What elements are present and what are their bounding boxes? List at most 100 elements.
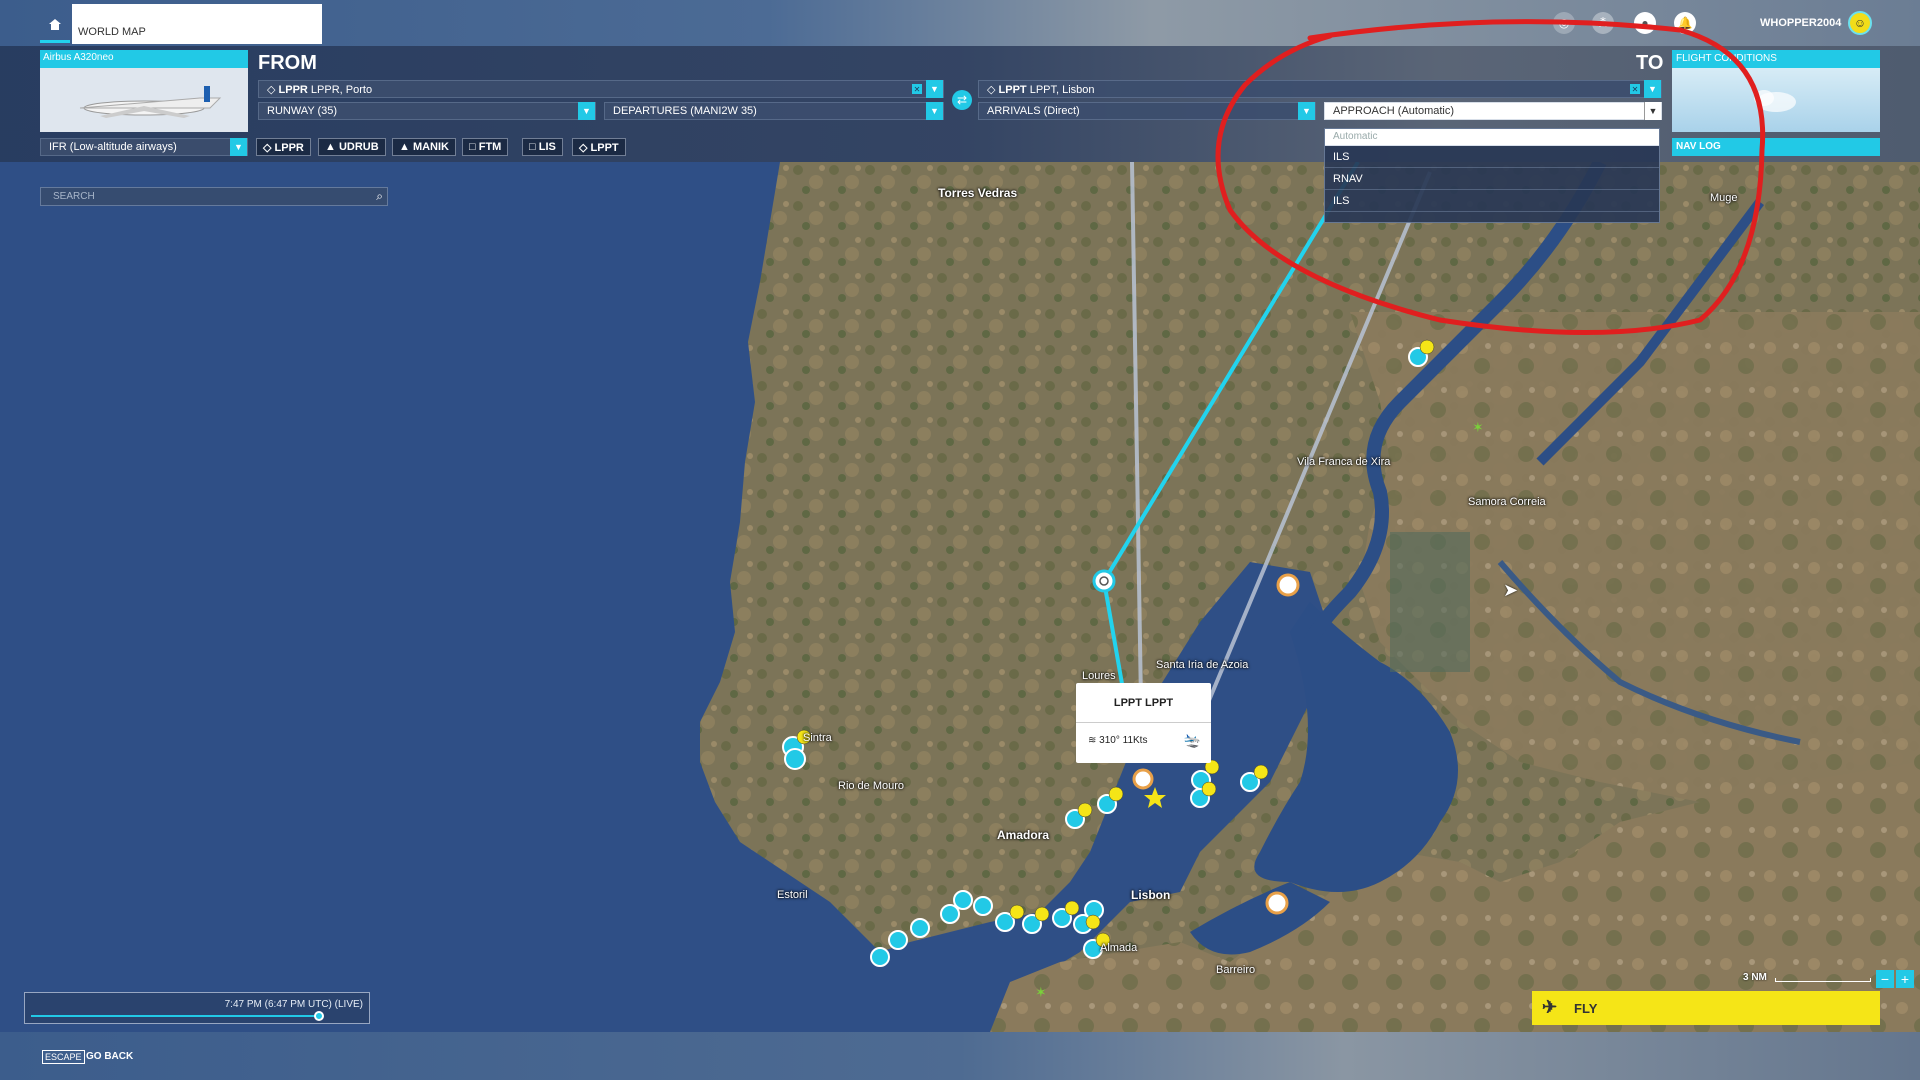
username[interactable]: WHOPPER2004 xyxy=(1760,17,1841,29)
map-label-rio-de-mouro: Rio de Mouro xyxy=(838,780,905,792)
waypoint-lppt[interactable]: ◇ LPPT xyxy=(572,138,626,156)
chevron-down-icon[interactable]: ▼ xyxy=(578,102,595,120)
runway-select[interactable]: RUNWAY (35) ▼ xyxy=(258,102,596,120)
fly-button[interactable]: ✈ FLY xyxy=(1532,991,1880,1025)
arrival-airport-field[interactable]: ◇ LPPT LPPT, Lisbon ✕ ▼ xyxy=(978,80,1662,98)
flight-plan-type-value: IFR (Low-altitude airways) xyxy=(49,141,177,153)
map-label-lisbon: Lisbon xyxy=(1131,888,1171,902)
waypoint-label: MANIK xyxy=(412,141,450,153)
arrival-airport-name: LPPT, Lisbon xyxy=(1029,84,1095,96)
search-icon[interactable]: ⌕ xyxy=(376,189,383,204)
chevron-down-icon[interactable]: ▼ xyxy=(1298,102,1315,120)
approach-option[interactable]: ILS xyxy=(1325,146,1659,168)
landing-icon: 🛬 xyxy=(1183,732,1201,748)
community-icon[interactable]: ⁂ xyxy=(1592,12,1614,34)
map-label-almada: Almada xyxy=(1100,942,1138,954)
from-label: FROM xyxy=(258,52,317,74)
active-tab-indicator xyxy=(40,40,70,43)
vor-icon: □ xyxy=(469,141,476,153)
zoom-in-button[interactable]: + xyxy=(1896,970,1914,988)
waypoint-udrub[interactable]: ▲ UDRUB xyxy=(318,138,386,156)
intersection-icon: ▲ xyxy=(325,141,336,153)
time-slider[interactable]: 7:47 PM (6:47 PM UTC) (LIVE) xyxy=(24,992,370,1024)
home-icon xyxy=(49,18,61,30)
clear-icon[interactable]: ✕ xyxy=(1630,84,1640,94)
profile-icon[interactable]: ● xyxy=(1634,12,1656,34)
runway-value: RUNWAY (35) xyxy=(267,105,338,117)
go-back-button[interactable]: GO BACK xyxy=(86,1051,133,1062)
waypoint-lis[interactable]: □ LIS xyxy=(522,138,563,156)
time-slider-handle[interactable] xyxy=(314,1011,325,1021)
clear-icon[interactable]: ✕ xyxy=(912,84,922,94)
to-label: TO xyxy=(1636,52,1664,74)
zoom-out-button[interactable]: − xyxy=(1876,970,1894,988)
avatar[interactable]: ☺ xyxy=(1848,11,1872,35)
arrival-procedure-value: ARRIVALS (Direct) xyxy=(987,105,1080,117)
vor-icon: □ xyxy=(529,141,536,153)
airport-info-popup[interactable]: LPPT LPPT ≋ 310° 11Kts 🛬 xyxy=(1076,683,1211,763)
fly-label: FLY xyxy=(1574,1001,1598,1016)
help-icon[interactable]: ◎ xyxy=(1553,12,1575,34)
map-label-sintra: Sintra xyxy=(803,732,832,744)
map-label-samora: Samora Correia xyxy=(1468,496,1546,508)
chevron-down-icon[interactable]: ▼ xyxy=(926,80,943,98)
approach-option[interactable]: ILS xyxy=(1325,190,1659,212)
departure-procedure-select[interactable]: DEPARTURES (MANI2W 35) ▼ xyxy=(604,102,944,120)
svg-text:✶: ✶ xyxy=(1035,984,1047,1000)
scale-label: 3 NM xyxy=(1743,972,1767,983)
map-label-vila-franca: Vila Franca de Xira xyxy=(1297,456,1391,468)
departure-airport-name: LPPR, Porto xyxy=(310,84,373,96)
world-map[interactable]: ✶ ✶ Torres Vedras Vila Franca de Xira Sa… xyxy=(0,162,1920,1032)
mouse-cursor-icon: ➤ xyxy=(1503,580,1519,600)
approach-dropdown: Automatic ILS RNAV ILS xyxy=(1324,128,1660,223)
approach-option[interactable]: RNAV xyxy=(1325,168,1659,190)
chevron-down-icon[interactable]: ▼ xyxy=(1644,102,1661,120)
flight-plan-type-select[interactable]: IFR (Low-altitude airways) ▼ xyxy=(40,138,248,156)
home-button[interactable] xyxy=(40,5,70,43)
wind-value: 310° 11Kts xyxy=(1099,735,1148,746)
swap-airports-button[interactable]: ⇄ xyxy=(952,90,972,110)
time-display: 7:47 PM (6:47 PM UTC) (LIVE) xyxy=(224,999,363,1010)
waypoint-lppr[interactable]: ◇ LPPR xyxy=(256,138,311,156)
chevron-down-icon[interactable]: ▼ xyxy=(926,102,943,120)
approach-option[interactable]: Automatic xyxy=(1325,129,1659,146)
waypoint-label: FTM xyxy=(478,141,502,153)
svg-text:✶: ✶ xyxy=(1472,419,1484,435)
escape-key-hint: ESCAPE xyxy=(42,1050,85,1064)
world-map-tab[interactable]: WORLD MAP xyxy=(72,4,322,44)
aircraft-name: Airbus A320neo xyxy=(43,52,114,63)
wind-icon: ≋ xyxy=(1088,735,1097,746)
map-terrain: ✶ ✶ xyxy=(0,162,1920,1032)
map-label-muge: Muge xyxy=(1710,192,1738,204)
airport-popup-title: LPPT LPPT xyxy=(1076,683,1211,723)
departure-airport-code: LPPR xyxy=(278,84,308,96)
airport-icon: ◇ xyxy=(579,142,588,154)
arrival-procedure-select[interactable]: ARRIVALS (Direct) ▼ xyxy=(978,102,1316,120)
search-input[interactable]: SEARCH ⌕ xyxy=(40,187,388,206)
notifications-icon[interactable]: 🔔 xyxy=(1674,12,1696,34)
nav-log-button[interactable]: NAV LOG xyxy=(1672,138,1880,156)
approach-select[interactable]: APPROACH (Automatic) ▼ xyxy=(1324,102,1662,120)
waypoint-ftm[interactable]: □ FTM xyxy=(462,138,509,156)
chevron-down-icon[interactable]: ▼ xyxy=(230,138,247,156)
bottom-bar: ESCAPE GO BACK xyxy=(0,1032,1920,1080)
departure-procedure-value: DEPARTURES (MANI2W 35) xyxy=(613,105,757,117)
approach-value: APPROACH (Automatic) xyxy=(1333,105,1455,117)
weather-icon xyxy=(1754,90,1796,112)
waypoint-manik[interactable]: ▲ MANIK xyxy=(392,138,457,156)
map-label-amadora: Amadora xyxy=(997,828,1050,842)
waypoint-label: LPPT xyxy=(590,142,619,154)
search-placeholder: SEARCH xyxy=(53,191,95,202)
map-label-santa-iria: Santa Iria de Azoia xyxy=(1156,659,1249,671)
departure-airport-field[interactable]: ◇ LPPR LPPR, Porto ✕ ▼ xyxy=(258,80,944,98)
chevron-down-icon[interactable]: ▼ xyxy=(1644,80,1661,98)
map-label-loures: Loures xyxy=(1082,670,1116,682)
intersection-icon: ▲ xyxy=(399,141,410,153)
time-track[interactable] xyxy=(31,1015,320,1017)
waypoint-label: LIS xyxy=(538,141,556,153)
map-label-estoril: Estoril xyxy=(777,889,808,901)
waypoint-label: UDRUB xyxy=(338,141,379,153)
arrival-airport-code: LPPT xyxy=(998,84,1027,96)
aircraft-image xyxy=(40,68,248,132)
airport-icon: ◇ xyxy=(263,142,272,154)
